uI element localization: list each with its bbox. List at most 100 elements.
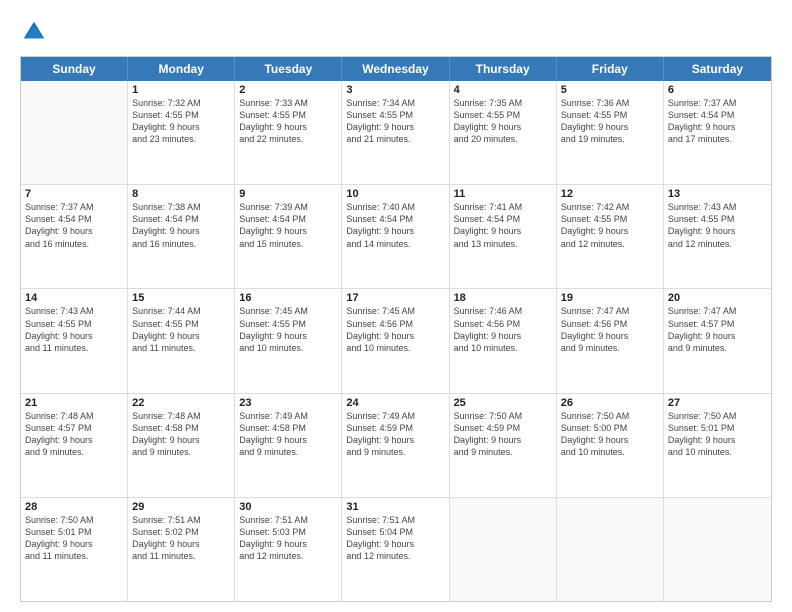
cell-info-line: Sunrise: 7:49 AM <box>239 410 337 422</box>
cell-info-line: Sunrise: 7:47 AM <box>561 305 659 317</box>
cell-info-line: Sunset: 4:56 PM <box>561 318 659 330</box>
cell-info-line: Sunset: 5:04 PM <box>346 526 444 538</box>
calendar-row-3: 14Sunrise: 7:43 AMSunset: 4:55 PMDayligh… <box>21 289 771 393</box>
cell-info-line: and 11 minutes. <box>25 342 123 354</box>
day-cell-31: 31Sunrise: 7:51 AMSunset: 5:04 PMDayligh… <box>342 498 449 601</box>
day-cell-4: 4Sunrise: 7:35 AMSunset: 4:55 PMDaylight… <box>450 81 557 184</box>
cell-info-line: Daylight: 9 hours <box>561 330 659 342</box>
day-number: 29 <box>132 501 230 513</box>
cell-info-line: Daylight: 9 hours <box>346 330 444 342</box>
cell-info-line: and 15 minutes. <box>239 238 337 250</box>
calendar-header: SundayMondayTuesdayWednesdayThursdayFrid… <box>21 57 771 81</box>
day-number: 13 <box>668 188 767 200</box>
cell-info-line: and 17 minutes. <box>668 133 767 145</box>
day-cell-2: 2Sunrise: 7:33 AMSunset: 4:55 PMDaylight… <box>235 81 342 184</box>
cell-info-line: and 9 minutes. <box>668 342 767 354</box>
cell-info-line: Sunrise: 7:51 AM <box>239 514 337 526</box>
cell-info-line: Daylight: 9 hours <box>668 434 767 446</box>
cell-info-line: and 20 minutes. <box>454 133 552 145</box>
cell-info-line: Daylight: 9 hours <box>25 434 123 446</box>
day-header-sunday: Sunday <box>21 57 128 81</box>
cell-info-line: Daylight: 9 hours <box>25 330 123 342</box>
cell-info-line: Sunset: 4:59 PM <box>454 422 552 434</box>
cell-info-line: Sunset: 5:03 PM <box>239 526 337 538</box>
day-header-friday: Friday <box>557 57 664 81</box>
calendar-row-4: 21Sunrise: 7:48 AMSunset: 4:57 PMDayligh… <box>21 394 771 498</box>
day-number: 4 <box>454 84 552 96</box>
cell-info-line: Sunset: 4:57 PM <box>668 318 767 330</box>
day-cell-5: 5Sunrise: 7:36 AMSunset: 4:55 PMDaylight… <box>557 81 664 184</box>
day-number: 12 <box>561 188 659 200</box>
day-number: 18 <box>454 292 552 304</box>
day-number: 17 <box>346 292 444 304</box>
cell-info-line: Daylight: 9 hours <box>668 225 767 237</box>
cell-info-line: Sunset: 4:54 PM <box>239 213 337 225</box>
cell-info-line: Sunset: 4:59 PM <box>346 422 444 434</box>
day-number: 10 <box>346 188 444 200</box>
day-number: 20 <box>668 292 767 304</box>
cell-info-line: Daylight: 9 hours <box>561 121 659 133</box>
cell-info-line: Sunrise: 7:46 AM <box>454 305 552 317</box>
calendar-body: 1Sunrise: 7:32 AMSunset: 4:55 PMDaylight… <box>21 81 771 601</box>
cell-info-line: Sunset: 5:01 PM <box>25 526 123 538</box>
cell-info-line: Sunset: 4:55 PM <box>346 109 444 121</box>
cell-info-line: Sunrise: 7:50 AM <box>25 514 123 526</box>
cell-info-line: and 9 minutes. <box>454 446 552 458</box>
empty-cell <box>21 81 128 184</box>
cell-info-line: Sunset: 4:55 PM <box>239 109 337 121</box>
day-cell-1: 1Sunrise: 7:32 AMSunset: 4:55 PMDaylight… <box>128 81 235 184</box>
cell-info-line: Sunset: 4:55 PM <box>561 213 659 225</box>
cell-info-line: Sunrise: 7:32 AM <box>132 97 230 109</box>
cell-info-line: Sunrise: 7:50 AM <box>561 410 659 422</box>
cell-info-line: Sunrise: 7:38 AM <box>132 201 230 213</box>
day-number: 28 <box>25 501 123 513</box>
day-number: 25 <box>454 397 552 409</box>
day-number: 11 <box>454 188 552 200</box>
cell-info-line: Sunrise: 7:51 AM <box>346 514 444 526</box>
day-cell-7: 7Sunrise: 7:37 AMSunset: 4:54 PMDaylight… <box>21 185 128 288</box>
cell-info-line: Daylight: 9 hours <box>561 434 659 446</box>
cell-info-line: Sunrise: 7:43 AM <box>668 201 767 213</box>
day-cell-6: 6Sunrise: 7:37 AMSunset: 4:54 PMDaylight… <box>664 81 771 184</box>
cell-info-line: Sunrise: 7:35 AM <box>454 97 552 109</box>
cell-info-line: and 10 minutes. <box>346 342 444 354</box>
cell-info-line: Daylight: 9 hours <box>132 330 230 342</box>
cell-info-line: Sunset: 4:55 PM <box>25 318 123 330</box>
day-cell-25: 25Sunrise: 7:50 AMSunset: 4:59 PMDayligh… <box>450 394 557 497</box>
day-cell-21: 21Sunrise: 7:48 AMSunset: 4:57 PMDayligh… <box>21 394 128 497</box>
day-number: 2 <box>239 84 337 96</box>
day-cell-16: 16Sunrise: 7:45 AMSunset: 4:55 PMDayligh… <box>235 289 342 392</box>
day-number: 3 <box>346 84 444 96</box>
cell-info-line: Daylight: 9 hours <box>454 434 552 446</box>
day-number: 15 <box>132 292 230 304</box>
cell-info-line: and 12 minutes. <box>668 238 767 250</box>
cell-info-line: Sunset: 4:54 PM <box>346 213 444 225</box>
day-cell-10: 10Sunrise: 7:40 AMSunset: 4:54 PMDayligh… <box>342 185 449 288</box>
calendar-row-5: 28Sunrise: 7:50 AMSunset: 5:01 PMDayligh… <box>21 498 771 601</box>
day-number: 9 <box>239 188 337 200</box>
cell-info-line: and 16 minutes. <box>25 238 123 250</box>
cell-info-line: Sunset: 4:55 PM <box>668 213 767 225</box>
day-header-thursday: Thursday <box>450 57 557 81</box>
cell-info-line: and 11 minutes. <box>132 550 230 562</box>
cell-info-line: and 22 minutes. <box>239 133 337 145</box>
cell-info-line: Sunset: 4:56 PM <box>346 318 444 330</box>
day-cell-19: 19Sunrise: 7:47 AMSunset: 4:56 PMDayligh… <box>557 289 664 392</box>
cell-info-line: Sunrise: 7:37 AM <box>668 97 767 109</box>
cell-info-line: Daylight: 9 hours <box>239 121 337 133</box>
cell-info-line: and 10 minutes. <box>561 446 659 458</box>
day-number: 19 <box>561 292 659 304</box>
cell-info-line: and 11 minutes. <box>132 342 230 354</box>
cell-info-line: and 9 minutes. <box>561 342 659 354</box>
cell-info-line: Sunset: 5:00 PM <box>561 422 659 434</box>
page: SundayMondayTuesdayWednesdayThursdayFrid… <box>0 0 792 612</box>
cell-info-line: Sunrise: 7:45 AM <box>346 305 444 317</box>
cell-info-line: Daylight: 9 hours <box>132 225 230 237</box>
cell-info-line: Sunset: 4:58 PM <box>132 422 230 434</box>
day-header-wednesday: Wednesday <box>342 57 449 81</box>
day-number: 16 <box>239 292 337 304</box>
cell-info-line: and 12 minutes. <box>561 238 659 250</box>
day-number: 23 <box>239 397 337 409</box>
day-cell-9: 9Sunrise: 7:39 AMSunset: 4:54 PMDaylight… <box>235 185 342 288</box>
cell-info-line: Sunrise: 7:44 AM <box>132 305 230 317</box>
